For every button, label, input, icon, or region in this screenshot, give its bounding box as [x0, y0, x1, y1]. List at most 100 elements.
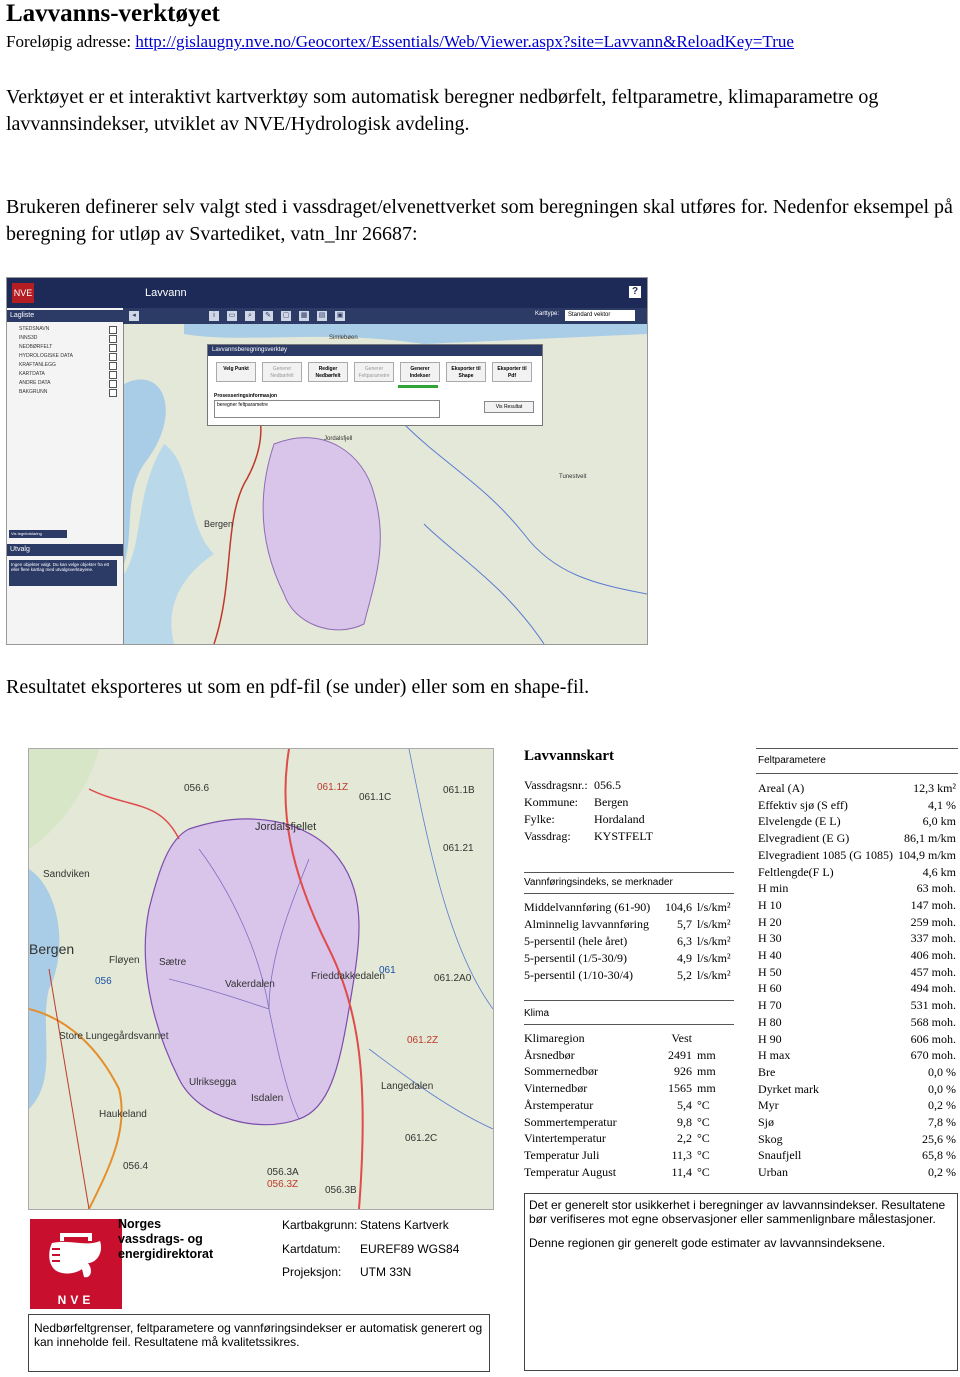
layer-item[interactable]: BAKGRUNN: [19, 389, 47, 395]
page-heading: Lavvanns-verktøyet: [6, 0, 220, 27]
pdf-map-label: Haukeland: [99, 1109, 147, 1120]
felt-label: Snaufjell: [758, 1148, 802, 1163]
row-unit: l/s/km²: [697, 917, 731, 931]
dialog-title: Lavvannsberegningsverktøy: [208, 345, 542, 356]
layer-item[interactable]: INNS3D: [19, 335, 37, 341]
dialog-button[interactable]: Eksporter til Shape: [446, 362, 486, 382]
layer-checkbox[interactable]: [109, 326, 117, 334]
lavvann-app-screenshot: NVE Lavvann ? Lagliste STEDSNAVN INNS3D NE…: [6, 277, 648, 645]
karttype-select[interactable]: Standard vektor: [565, 310, 635, 321]
org-name: Norges vassdrags- og energidirektorat: [118, 1217, 213, 1262]
row-label: 5-persentil (1/10-30/4): [524, 968, 633, 982]
row-value: 6,3: [677, 934, 692, 948]
pdf-map-label: 056.4: [123, 1161, 149, 1172]
selection-text: Ingen objekter valgt. Du kan velge objek…: [9, 560, 117, 586]
info-label: Vassdrag:: [524, 829, 571, 843]
address-link[interactable]: http://gislaugny.nve.no/Geocortex/Essent…: [135, 32, 794, 51]
org-line: vassdrags- og: [118, 1232, 203, 1246]
felt-label: H 10: [758, 897, 782, 912]
divider: [524, 872, 734, 873]
row-unit: mm: [697, 1081, 716, 1096]
dialog-button[interactable]: Velg Punkt: [216, 362, 256, 382]
row-value: Vest: [671, 1031, 692, 1045]
nve-emblem-icon: [49, 1233, 102, 1278]
layer-checkbox[interactable]: [109, 371, 117, 379]
layer-item[interactable]: KRAFTANLEGG: [19, 362, 56, 368]
tool-draw-icon[interactable]: ✎: [263, 311, 273, 321]
tool-print-icon[interactable]: ▣: [335, 311, 345, 321]
row-label: Årstemperatur: [524, 1097, 594, 1112]
address-line: Foreløpig adresse: http://gislaugny.nve.…: [6, 32, 794, 52]
layer-item[interactable]: KARTDATA: [19, 371, 45, 377]
info-label: Kommune:: [524, 795, 578, 809]
felt-label: H 30: [758, 931, 782, 946]
pdf-map-label: Sandviken: [43, 869, 90, 880]
tool-grid-icon[interactable]: ▦: [299, 311, 309, 321]
processing-label: Prosesseringsinformasjon: [214, 393, 278, 399]
dialog-button[interactable]: Eksporter til Pdf: [492, 362, 532, 382]
row-label: Klimaregion: [524, 1031, 585, 1045]
pdf-map: 056.6 061.1Z 061.1C 061.1B Jordalsfjelle…: [28, 748, 494, 1210]
address-label: Foreløpig adresse:: [6, 32, 132, 51]
tool-arrow-icon[interactable]: ◂: [129, 311, 139, 321]
felt-label: Skog: [758, 1131, 783, 1146]
tool-measure-icon[interactable]: ▭: [227, 311, 237, 321]
vis-resultat-button[interactable]: Vis Resultat: [484, 401, 534, 413]
felt-label: Dyrket mark: [758, 1081, 819, 1096]
info-value: KYSTFELT: [594, 829, 653, 843]
felt-value: 4,6 km: [922, 864, 956, 879]
pdf-map-label: 061.2A0: [434, 973, 472, 984]
info-label: Vassdragsnr.:: [524, 778, 588, 792]
dialog-button[interactable]: Rediger Nedbørfelt: [308, 362, 348, 382]
nve-logo: NVE: [30, 1219, 122, 1309]
divider: [756, 773, 958, 774]
tool-search-icon[interactable]: ⌕: [245, 311, 255, 321]
felt-value: 12,3 km²: [913, 781, 956, 795]
pdf-map-label: Jordalsfjellet: [255, 821, 317, 833]
row-value: 104,6: [665, 900, 692, 914]
layer-checkbox[interactable]: [109, 344, 117, 352]
layer-checkbox[interactable]: [109, 389, 117, 397]
felt-value: 568 moh.: [910, 1014, 956, 1029]
felt-label: H 80: [758, 1014, 782, 1029]
row-unit: °C: [697, 1164, 710, 1179]
lavvann-dialog: Lavvannsberegningsverktøy Velg Punkt Gene…: [207, 344, 543, 426]
felt-label: Myr: [758, 1098, 779, 1113]
felt-label: H 90: [758, 1031, 782, 1046]
app-map-label: Bergen: [204, 519, 234, 529]
tool-table-icon[interactable]: ▤: [317, 311, 327, 321]
layer-checkbox[interactable]: [109, 362, 117, 370]
tool-select-icon[interactable]: ▢: [281, 311, 291, 321]
map-meta-label: Kartdatum:: [282, 1242, 341, 1256]
layer-checkbox[interactable]: [109, 380, 117, 388]
legend-button[interactable]: Vis tegnforklaring: [9, 530, 67, 538]
layer-checkbox[interactable]: [109, 353, 117, 361]
layer-item[interactable]: NEDBØRFELT: [19, 344, 52, 350]
pdf-map-label: Sætre: [159, 957, 187, 968]
layer-item[interactable]: STEDSNAVN: [19, 326, 49, 332]
tool-info-icon[interactable]: i: [209, 311, 219, 321]
row-value: 926: [674, 1064, 692, 1079]
app-header: NVE Lavvann ?: [7, 278, 647, 308]
row-label: Vinternedbør: [524, 1081, 588, 1096]
progress-bar: [398, 385, 438, 388]
layer-item[interactable]: ANDRE DATA: [19, 380, 50, 386]
row-label: Temperatur Juli: [524, 1147, 600, 1162]
layer-checkbox[interactable]: [109, 335, 117, 343]
app-title: Lavvann: [145, 287, 187, 299]
felt-value: 337 moh.: [910, 931, 956, 946]
felt-value: 147 moh.: [910, 897, 956, 912]
felt-label: H min: [758, 881, 789, 896]
app-map-label: Simlebøen: [329, 335, 358, 341]
dialog-button[interactable]: Generer Feltparametre: [354, 362, 394, 382]
help-icon[interactable]: ?: [629, 286, 641, 298]
divider: [524, 1000, 734, 1001]
row-unit: mm: [697, 1047, 716, 1062]
dialog-button[interactable]: Generer Indekser: [400, 362, 440, 382]
dialog-button[interactable]: Generer Nedbørfelt: [262, 362, 302, 382]
pdf-map-label: Isdalen: [251, 1093, 284, 1104]
felt-value: 259 moh.: [910, 914, 956, 929]
layer-item[interactable]: HYDROLOGISKE DATA: [19, 353, 73, 359]
notes-box: Det er generelt stor usikkerhet i beregn…: [524, 1193, 958, 1371]
felt-label: Feltlengde(F L): [758, 864, 834, 879]
